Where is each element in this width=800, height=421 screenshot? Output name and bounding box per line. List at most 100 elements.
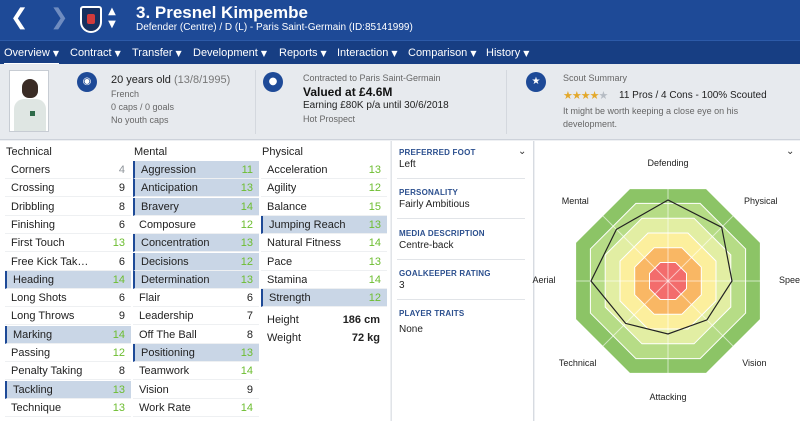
attribute-row[interactable]: Determination 13 bbox=[133, 270, 259, 289]
divider bbox=[397, 259, 525, 260]
attribute-row[interactable]: Bravery 14 bbox=[133, 197, 259, 216]
attribute-radar: ⌄ DefendingPhysicalSpeedVisionAttackingT… bbox=[532, 141, 800, 421]
attribute-value: 9 bbox=[118, 182, 125, 195]
menu-overview[interactable]: Overview ▼ bbox=[4, 41, 59, 65]
attribute-value: 8 bbox=[118, 365, 125, 378]
attribute-value: 12 bbox=[240, 255, 253, 268]
attribute-value: 6 bbox=[246, 292, 253, 305]
attribute-name: Jumping Reach bbox=[269, 218, 346, 231]
menu-transfer[interactable]: Transfer ▼ bbox=[132, 41, 182, 65]
attribute-name: Aggression bbox=[141, 164, 197, 176]
attribute-value: 13 bbox=[112, 237, 125, 250]
attribute-row[interactable]: Composure 12 bbox=[133, 216, 259, 234]
attribute-name: Positioning bbox=[141, 347, 195, 359]
player-position-club: Defender (Centre) / D (L) - Paris Saint-… bbox=[136, 22, 413, 33]
player-age: 20 years old (13/8/1995) bbox=[111, 74, 231, 86]
attribute-value: 4 bbox=[118, 164, 125, 176]
attribute-name: Flair bbox=[139, 292, 161, 305]
attribute-row[interactable]: Dribbling 8 bbox=[5, 198, 131, 216]
attribute-name: Long Throws bbox=[11, 310, 75, 323]
attribute-row[interactable]: Crossing 9 bbox=[5, 179, 131, 198]
attribute-name: Tackling bbox=[13, 383, 53, 396]
attribute-name: Off The Ball bbox=[139, 328, 197, 341]
attribute-row[interactable]: Long Throws 9 bbox=[5, 307, 131, 326]
attribute-row[interactable]: Off The Ball 8 bbox=[133, 326, 259, 344]
attribute-row[interactable]: Concentration 13 bbox=[133, 234, 259, 253]
attribute-row[interactable]: Tackling 13 bbox=[5, 380, 131, 399]
divider bbox=[255, 70, 256, 134]
attribute-value: 14 bbox=[368, 237, 381, 250]
attribute-name: Leadership bbox=[139, 310, 194, 323]
attribute-name: Anticipation bbox=[141, 182, 198, 195]
attribute-row[interactable]: Stamina 14 bbox=[261, 271, 387, 289]
chevron-down-icon: ▼ bbox=[523, 49, 530, 58]
menu-comparison[interactable]: Comparison ▼ bbox=[408, 41, 476, 65]
attribute-value: 8 bbox=[118, 200, 125, 213]
attribute-value: 9 bbox=[246, 383, 253, 396]
player-wage: Earning £80K p/a until 30/6/2018 bbox=[303, 100, 449, 111]
title-bar: ❮ ❯ ▲ ▼ 3. Presnel Kimpembe Defender (Cen… bbox=[0, 0, 800, 40]
attribute-row[interactable]: Decisions 12 bbox=[133, 252, 259, 271]
attribute-row[interactable]: Free Kick Tak… 6 bbox=[5, 253, 131, 271]
attribute-row[interactable]: Finishing 6 bbox=[5, 216, 131, 234]
attribute-row[interactable]: Aggression 11 bbox=[133, 161, 259, 179]
attribute-value: 13 bbox=[240, 347, 253, 359]
details-panel: PREFERRED FOOT ⌄ Left PERSONALITY Fairly… bbox=[391, 141, 534, 421]
attribute-row[interactable]: Work Rate 14 bbox=[133, 399, 259, 417]
attribute-name: Penalty Taking bbox=[11, 365, 83, 378]
club-icon: ● bbox=[263, 72, 283, 92]
attribute-row[interactable]: Long Shots 6 bbox=[5, 289, 131, 308]
attribute-value: 14 bbox=[240, 401, 253, 414]
attribute-row[interactable]: Heading 14 bbox=[5, 270, 131, 289]
rating-star-icon: ★ bbox=[580, 89, 591, 102]
menu-contract[interactable]: Contract ▼ bbox=[70, 41, 121, 65]
menu-development[interactable]: Development ▼ bbox=[193, 41, 267, 65]
back-arrow-icon[interactable]: ❮ bbox=[10, 6, 28, 30]
attribute-name: Stamina bbox=[267, 273, 308, 286]
attribute-value: 11 bbox=[241, 164, 253, 176]
menu-interaction[interactable]: Interaction ▼ bbox=[337, 41, 398, 65]
attribute-row[interactable]: Agility 12 bbox=[261, 179, 387, 198]
attribute-value: 13 bbox=[240, 182, 253, 195]
attribute-name: Marking bbox=[13, 328, 53, 341]
attribute-row[interactable]: Passing 12 bbox=[5, 344, 131, 362]
attribute-row[interactable]: Vision 9 bbox=[133, 381, 259, 399]
technical-heading: Technical bbox=[6, 146, 52, 158]
attribute-row[interactable]: Jumping Reach 13 bbox=[261, 215, 387, 234]
chevron-down-icon: ▼ bbox=[320, 49, 327, 58]
attribute-row[interactable]: Flair 6 bbox=[133, 289, 259, 308]
menu-history[interactable]: History ▼ bbox=[486, 41, 529, 65]
attribute-name: Free Kick Tak… bbox=[11, 255, 89, 268]
attribute-value: 12 bbox=[112, 347, 125, 359]
attribute-row[interactable]: Pace 13 bbox=[261, 253, 387, 271]
attribute-row[interactable]: Positioning 13 bbox=[133, 344, 259, 362]
radar-axis-label: Mental bbox=[561, 195, 589, 206]
attribute-name: Concentration bbox=[141, 237, 210, 250]
attribute-value: 13 bbox=[368, 255, 381, 268]
forward-arrow-icon[interactable]: ❯ bbox=[50, 6, 68, 30]
player-up-down-icon[interactable]: ▲ ▼ bbox=[107, 5, 117, 33]
attribute-value: 14 bbox=[240, 200, 253, 213]
attribute-row[interactable]: Technique 13 bbox=[5, 399, 131, 417]
menu-reports[interactable]: Reports ▼ bbox=[279, 41, 327, 65]
attribute-row[interactable]: Teamwork 14 bbox=[133, 362, 259, 381]
attribute-row[interactable]: Marking 14 bbox=[5, 325, 131, 344]
radar-axis-label: Technical bbox=[558, 358, 597, 369]
attribute-row[interactable]: Natural Fitness 14 bbox=[261, 234, 387, 253]
attribute-row[interactable]: Leadership 7 bbox=[133, 307, 259, 326]
divider bbox=[397, 178, 525, 179]
attribute-row[interactable]: Strength 12 bbox=[261, 289, 387, 308]
personality-label: PERSONALITY bbox=[399, 188, 459, 197]
goalkeeper-rating-label: GOALKEEPER RATING bbox=[399, 269, 491, 278]
attribute-row[interactable]: Balance 15 bbox=[261, 198, 387, 216]
attribute-row[interactable]: Corners 4 bbox=[5, 161, 131, 179]
attribute-value: 13 bbox=[240, 273, 253, 286]
attribute-row[interactable]: Penalty Taking 8 bbox=[5, 362, 131, 381]
scout-title: Scout Summary bbox=[563, 73, 628, 83]
attribute-name: Acceleration bbox=[267, 164, 328, 176]
attribute-row[interactable]: First Touch 13 bbox=[5, 234, 131, 253]
attribute-row[interactable]: Anticipation 13 bbox=[133, 179, 259, 198]
nationality: French bbox=[111, 89, 140, 99]
chevron-down-icon[interactable]: ⌄ bbox=[518, 146, 526, 157]
attribute-row[interactable]: Acceleration 13 bbox=[261, 161, 387, 179]
